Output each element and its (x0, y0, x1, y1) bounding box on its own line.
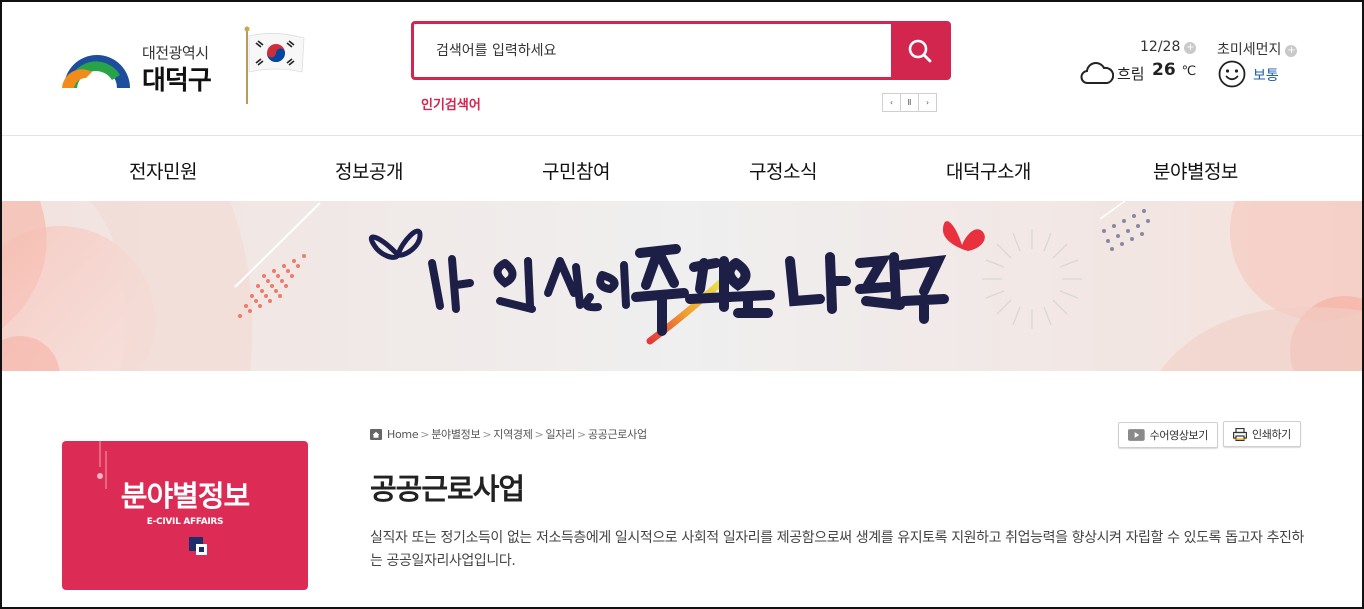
weather-condition: 흐림 (1117, 65, 1145, 83)
search-button[interactable] (891, 23, 949, 78)
pause-keyword-button[interactable]: Ⅱ (900, 93, 919, 112)
sign-language-video-button[interactable]: 수어영상보기 (1118, 422, 1218, 448)
breadcrumb: Home > 분야별정보 > 지역경제 > 일자리 > 공공근로사업 (370, 426, 647, 442)
breadcrumb-separator: > (576, 427, 586, 441)
smile-face-icon (1218, 60, 1246, 88)
keyword-rolling-controls: ‹ Ⅱ › (882, 93, 937, 112)
breadcrumb-local-economy[interactable]: 지역경제 (493, 426, 533, 442)
fine-dust-title: 초미세먼지 + (1217, 42, 1298, 58)
nav-item-info-disclosure[interactable]: 정보공개 (335, 157, 403, 184)
weather-more-icon[interactable]: + (1184, 42, 1197, 54)
nav-item-about[interactable]: 대덕구소개 (946, 157, 1031, 184)
breadcrumb-current: 공공근로사업 (587, 428, 647, 441)
card-decoration (97, 441, 207, 555)
section-title-card: 분야별정보 E-CIVIL AFFAIRS (62, 441, 308, 590)
fine-dust-widget[interactable]: 초미세먼지 + 보통 (1217, 38, 1307, 94)
breadcrumb-separator: > (534, 427, 544, 441)
search-box (411, 21, 951, 80)
search-icon (908, 39, 932, 62)
breadcrumb-jobs[interactable]: 일자리 (545, 426, 575, 442)
breadcrumb-separator: > (482, 427, 492, 441)
site-header: 대전광역시 대덕구 인기검색어 ‹ Ⅱ › 12/28+ (0, 0, 1364, 136)
nav-item-participation[interactable]: 구민참여 (542, 157, 610, 184)
breadcrumb-separator: > (420, 427, 430, 441)
print-label: 인쇄하기 (1252, 428, 1291, 441)
weather-temperature: 26 ℃ (1152, 60, 1197, 80)
section-subtitle: E-CIVIL AFFAIRS (146, 517, 224, 527)
nav-item-e-civil[interactable]: 전자민원 (129, 157, 197, 184)
prev-keyword-button[interactable]: ‹ (882, 93, 901, 112)
sign-video-label: 수어영상보기 (1149, 429, 1209, 442)
main-navigation: 전자민원 정보공개 구민참여 구정소식 대덕구소개 분야별정보 (0, 136, 1364, 201)
print-button[interactable]: 인쇄하기 (1223, 421, 1301, 447)
weather-widget[interactable]: 12/28 + 흐림 26 ℃ (1080, 38, 1200, 94)
fine-dust-level: 보통 (1253, 68, 1279, 84)
nav-item-news[interactable]: 구정소식 (749, 157, 817, 184)
logo-district-text: 대덕구 (142, 66, 212, 96)
korean-flag-icon (244, 26, 305, 104)
weather-date: 12/28 + (1140, 39, 1197, 55)
daedeok-logo-icon (62, 55, 130, 88)
page-description: 실직자 또는 정기소득이 없는 저소득층에게 일시적으로 사회적 일자리를 제공… (370, 530, 1305, 569)
search-input[interactable] (436, 24, 886, 77)
dust-more-icon[interactable]: + (1285, 45, 1298, 57)
printer-icon (1233, 427, 1247, 441)
cloud-icon (1080, 62, 1114, 84)
section-title: 분야별정보 (120, 479, 250, 513)
page-title: 공공근로사업 (370, 472, 525, 506)
banner-graphic (0, 201, 1364, 371)
next-keyword-button[interactable]: › (918, 93, 937, 112)
nav-item-field-info[interactable]: 분야별정보 (1153, 157, 1238, 184)
home-icon (370, 428, 382, 440)
breadcrumb-field-info[interactable]: 분야별정보 (431, 426, 480, 442)
play-video-icon (1128, 429, 1145, 441)
popular-keywords-label[interactable]: 인기검색어 (421, 94, 481, 113)
site-logo[interactable]: 대전광역시 대덕구 (62, 40, 222, 96)
hero-banner (0, 201, 1364, 371)
breadcrumb-home[interactable]: Home (387, 428, 419, 441)
